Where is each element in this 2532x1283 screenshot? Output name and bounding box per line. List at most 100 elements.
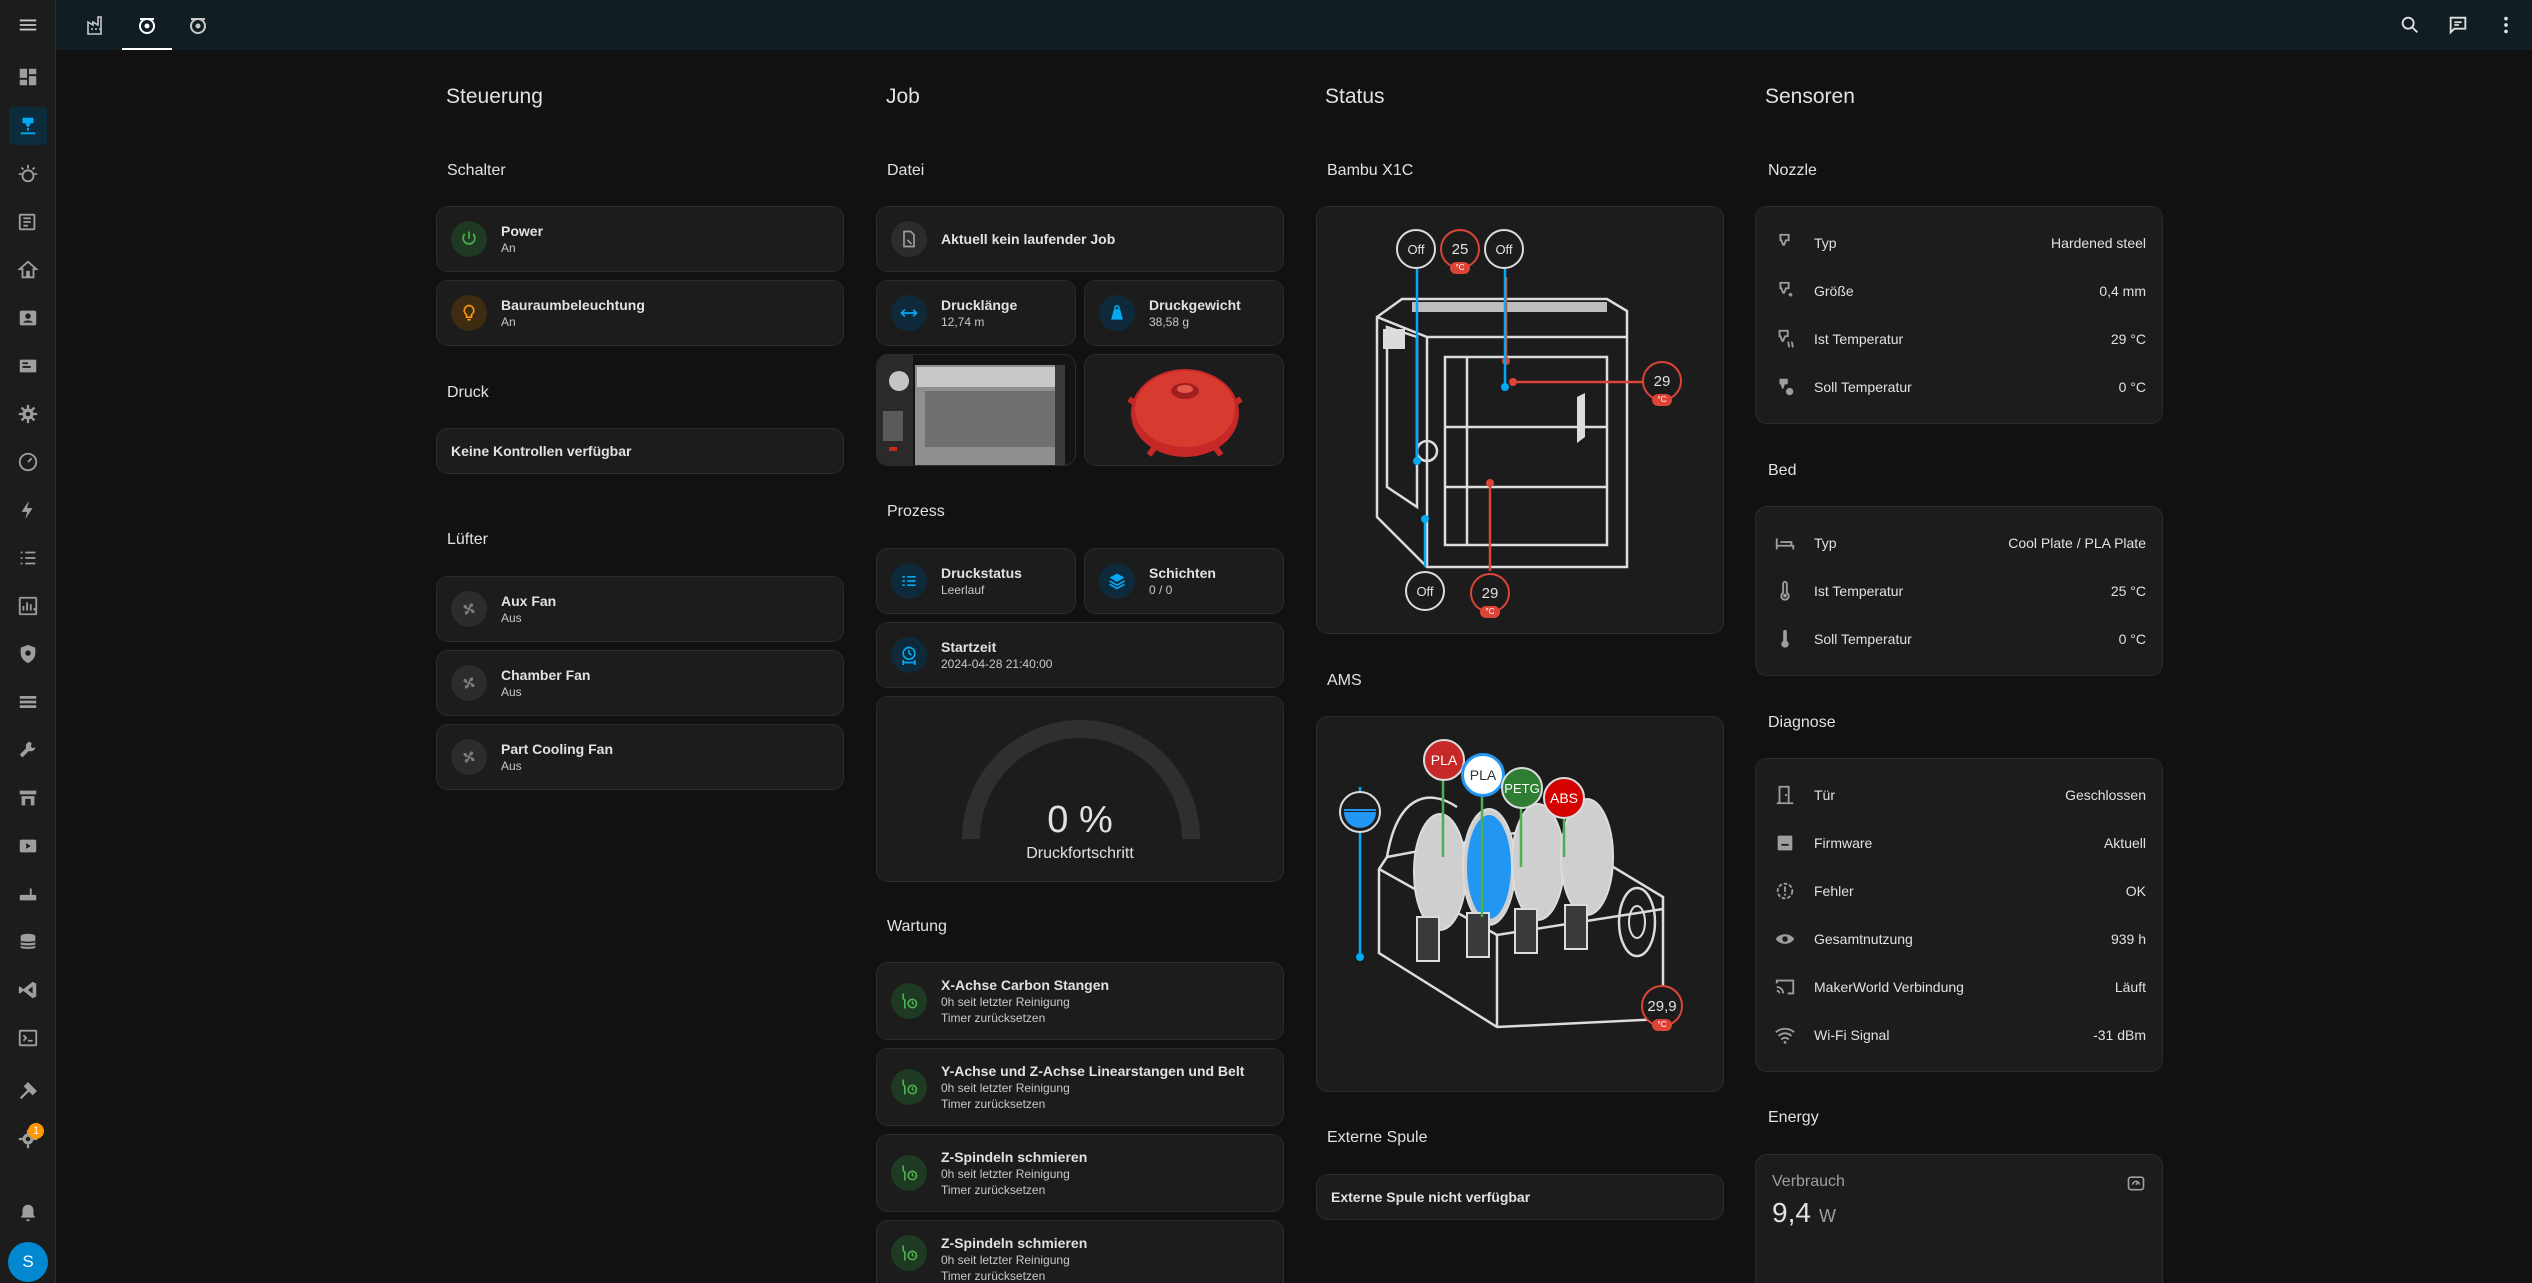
news-icon[interactable] <box>9 203 47 241</box>
server-icon[interactable] <box>9 347 47 385</box>
current-job-tile[interactable]: Aktuell kein laufender Job <box>876 206 1284 272</box>
entity-row[interactable]: MakerWorld Verbindung Läuft <box>1756 963 2162 1011</box>
entity-label: Ist Temperatur <box>1814 583 1904 599</box>
wrench-icon[interactable] <box>9 731 47 769</box>
cast-icon <box>1772 974 1798 1000</box>
tile-state: 38,58 g <box>1149 315 1190 329</box>
aux-fan-off-label: Off <box>1396 229 1436 269</box>
printer-illustration <box>1375 249 1662 571</box>
bed-entities-card: Typ Cool Plate / PLA Plate Ist Temperatur… <box>1755 506 2163 676</box>
gauge-icon[interactable] <box>9 443 47 481</box>
tab-printer[interactable] <box>122 0 172 50</box>
tab-factory[interactable] <box>72 0 122 50</box>
section-title-ams: AMS <box>1327 672 1362 689</box>
reset-timer-action[interactable]: Timer zurücksetzen <box>941 1183 1087 1197</box>
dashboard-icon[interactable] <box>9 58 47 96</box>
entity-value: 0 °C <box>2118 379 2146 395</box>
start-time-tile[interactable]: Startzeit 2024-04-28 21:40:00 <box>876 622 1284 688</box>
entity-row[interactable]: Typ Hardened steel <box>1756 219 2162 267</box>
maintenance-tile[interactable]: Y-Achse und Z-Achse Linearstangen und Be… <box>876 1048 1284 1126</box>
list-status-icon <box>891 563 927 599</box>
layers-tile[interactable]: Schichten 0 / 0 <box>1084 548 1284 614</box>
entity-row[interactable]: Soll Temperatur 0 °C <box>1756 615 2162 663</box>
fan-icon <box>451 739 487 775</box>
entity-row[interactable]: Soll Temperatur 0 °C <box>1756 363 2162 411</box>
entity-row[interactable]: Firmware Aktuell <box>1756 819 2162 867</box>
nozzle-size-icon <box>1772 278 1798 304</box>
more-vert-icon[interactable] <box>2486 5 2526 45</box>
vscode-icon[interactable] <box>9 971 47 1009</box>
print-weight-tile[interactable]: Druckgewicht 38,58 g <box>1084 280 1284 346</box>
hammer-icon[interactable] <box>9 1072 47 1110</box>
print-length-tile[interactable]: Drucklänge 12,74 m <box>876 280 1076 346</box>
top-app-bar <box>0 0 2532 50</box>
tile-name: Z-Spindeln schmieren <box>941 1149 1088 1165</box>
database-icon[interactable] <box>9 923 47 961</box>
tile-state: Aus <box>501 759 522 773</box>
section-title-energy: Energy <box>1768 1109 1819 1126</box>
entity-row[interactable]: Fehler OK <box>1756 867 2162 915</box>
file-icon <box>891 221 927 257</box>
entity-row[interactable]: Gesamtnutzung 939 h <box>1756 915 2162 963</box>
cog-icon[interactable] <box>9 395 47 433</box>
reset-timer-action[interactable]: Timer zurücksetzen <box>941 1097 1244 1111</box>
robot-vacuum-icon[interactable] <box>9 155 47 193</box>
terminal-icon[interactable] <box>9 1019 47 1057</box>
assist-icon[interactable] <box>2438 5 2478 45</box>
search-icon[interactable] <box>2390 5 2430 45</box>
list-icon[interactable] <box>9 539 47 577</box>
entity-label: Wi-Fi Signal <box>1814 1027 1890 1043</box>
maintenance-tile[interactable]: Z-Spindeln schmieren 0h seit letzter Rein… <box>876 1220 1284 1283</box>
shield-icon[interactable] <box>9 635 47 673</box>
entity-row[interactable]: Wi-Fi Signal -31 dBm <box>1756 1011 2162 1059</box>
layers-icon[interactable] <box>9 683 47 721</box>
tile-name: Druckgewicht <box>1149 297 1241 313</box>
chart-icon[interactable] <box>9 587 47 625</box>
fan-icon <box>451 665 487 701</box>
energy-sensor-card[interactable]: Verbrauch 9,4 W <box>1755 1154 2163 1283</box>
entity-row[interactable]: Typ Cool Plate / PLA Plate <box>1756 519 2162 567</box>
router-icon[interactable] <box>9 875 47 913</box>
progress-gauge-card[interactable]: 0 % Druckfortschritt <box>876 696 1284 882</box>
reset-timer-action[interactable]: Timer zurücksetzen <box>941 1011 1109 1025</box>
bell-icon[interactable] <box>9 1194 47 1232</box>
badge-icon[interactable] <box>9 299 47 337</box>
entity-row[interactable]: Ist Temperatur 25 °C <box>1756 567 2162 615</box>
tab-ams[interactable] <box>173 0 223 50</box>
ams-slot-label: PLA <box>1469 767 1497 783</box>
entity-row[interactable]: Ist Temperatur 29 °C <box>1756 315 2162 363</box>
tile-state: 12,74 m <box>941 315 985 329</box>
camera-snapshot[interactable] <box>876 354 1076 466</box>
store-icon[interactable] <box>9 779 47 817</box>
settings-icon[interactable]: 1 <box>9 1120 47 1158</box>
media-icon[interactable] <box>9 827 47 865</box>
wrench-clock-icon <box>891 1069 927 1105</box>
layers-icon <box>1099 563 1135 599</box>
home-icon[interactable] <box>9 251 47 289</box>
column-title-sensoren: Sensoren <box>1765 85 1855 108</box>
entity-label: Größe <box>1814 283 1854 299</box>
lightning-icon[interactable] <box>9 491 47 529</box>
fan-tile[interactable]: Aux Fan Aus <box>436 576 844 642</box>
wrench-clock-icon <box>891 1155 927 1191</box>
print-status-tile[interactable]: Druckstatus Leerlauf <box>876 548 1076 614</box>
tile-state: 0h seit letzter Reinigung <box>941 995 1070 1009</box>
power-switch-tile[interactable]: Power An <box>436 206 844 272</box>
entity-row[interactable]: Größe 0,4 mm <box>1756 267 2162 315</box>
entity-value: 29 °C <box>2110 331 2146 347</box>
light-switch-tile[interactable]: Bauraumbeleuchtung An <box>436 280 844 346</box>
entity-row[interactable]: Tür Geschlossen <box>1756 771 2162 819</box>
section-title-wartung: Wartung <box>887 918 947 935</box>
avatar[interactable]: S <box>8 1242 48 1282</box>
printer-icon[interactable] <box>9 107 47 145</box>
maintenance-tile[interactable]: X-Achse Carbon Stangen 0h seit letzter Re… <box>876 962 1284 1040</box>
fan-tile[interactable]: Part Cooling Fan Aus <box>436 724 844 790</box>
ams-slot-2-badge: PLA <box>1461 753 1505 797</box>
fan-tile[interactable]: Chamber Fan Aus <box>436 650 844 716</box>
chamber-fan-off-label: Off <box>1484 229 1524 269</box>
maintenance-tile[interactable]: Z-Spindeln schmieren 0h seit letzter Rein… <box>876 1134 1284 1212</box>
column-title-steuerung: Steuerung <box>446 85 543 108</box>
menu-icon[interactable] <box>12 9 44 41</box>
entity-value: Aktuell <box>2103 835 2146 851</box>
reset-timer-action[interactable]: Timer zurücksetzen <box>941 1269 1087 1283</box>
